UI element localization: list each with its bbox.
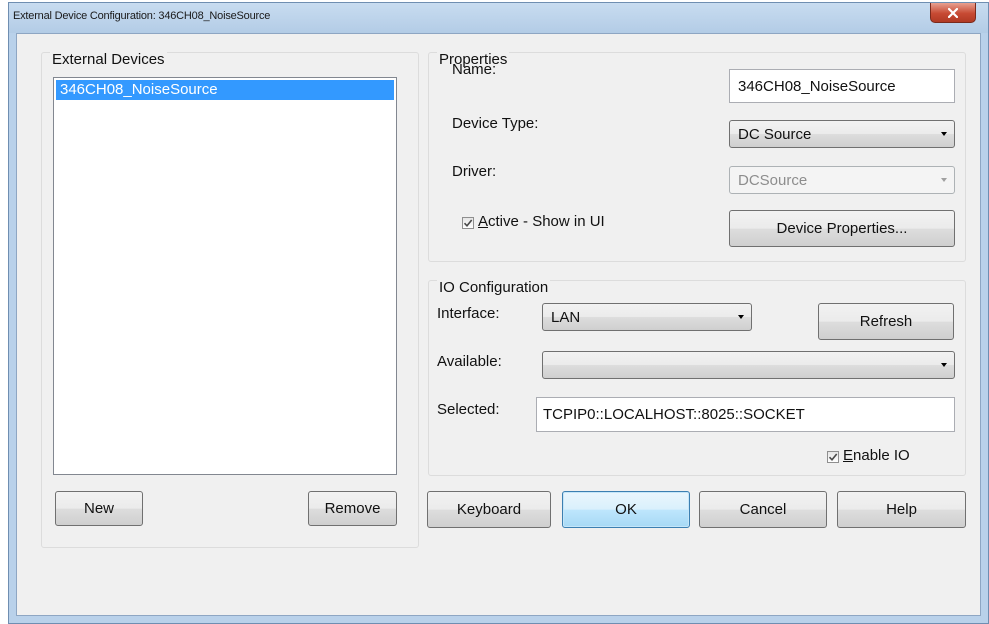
enable-io-label: Enable IO [843,447,910,464]
window-title: External Device Configuration: 346CH08_N… [13,10,271,22]
device-type-value: DC Source [738,125,812,143]
enable-io-checkbox[interactable] [827,451,839,463]
chevron-down-icon [738,315,744,319]
help-button[interactable]: Help [837,491,966,528]
remove-button[interactable]: Remove [308,491,397,526]
active-checkbox[interactable] [462,217,474,229]
io-configuration-group: IO Configuration Interface: LAN Refresh … [428,279,966,476]
interface-select[interactable]: LAN [542,303,752,331]
active-label: Active - Show in UI [478,213,605,230]
cancel-button[interactable]: Cancel [699,491,827,528]
available-label: Available: [437,353,502,370]
device-properties-button[interactable]: Device Properties... [729,210,955,247]
driver-label: Driver: [452,163,497,180]
checkmark-icon [828,453,838,462]
driver-select[interactable]: DCSource [729,166,955,194]
chevron-down-icon [941,132,947,136]
close-button[interactable] [930,3,976,23]
checkmark-icon [463,219,473,228]
device-type-select[interactable]: DC Source [729,120,955,148]
dialog-window: External Device Configuration: 346CH08_N… [8,2,989,624]
available-select[interactable] [542,351,955,379]
close-icon [948,7,958,18]
interface-value: LAN [551,308,581,326]
keyboard-button[interactable]: Keyboard [427,491,551,528]
external-devices-title: External Devices [50,51,167,68]
new-button[interactable]: New [55,491,143,526]
device-list-item[interactable]: 346CH08_NoiseSource [56,80,394,100]
chevron-down-icon [941,178,947,182]
io-configuration-title: IO Configuration [437,279,551,296]
name-field[interactable]: 346CH08_NoiseSource [729,69,955,103]
title-bar[interactable]: External Device Configuration: 346CH08_N… [9,3,988,33]
ok-button[interactable]: OK [562,491,690,528]
chevron-down-icon [941,363,947,367]
refresh-button[interactable]: Refresh [818,303,954,340]
device-list[interactable]: 346CH08_NoiseSource [53,77,397,475]
name-label: Name: [452,61,497,78]
selected-label: Selected: [437,401,500,418]
properties-group: Properties Name: 346CH08_NoiseSource Dev… [428,51,966,262]
driver-value: DCSource [738,171,808,189]
external-devices-group: External Devices 346CH08_NoiseSource New… [41,51,419,548]
device-type-label: Device Type: [452,115,539,132]
dialog-client-area: External Devices 346CH08_NoiseSource New… [16,33,981,616]
interface-label: Interface: [437,305,500,322]
selected-field[interactable]: TCPIP0::LOCALHOST::8025::SOCKET [536,397,955,432]
